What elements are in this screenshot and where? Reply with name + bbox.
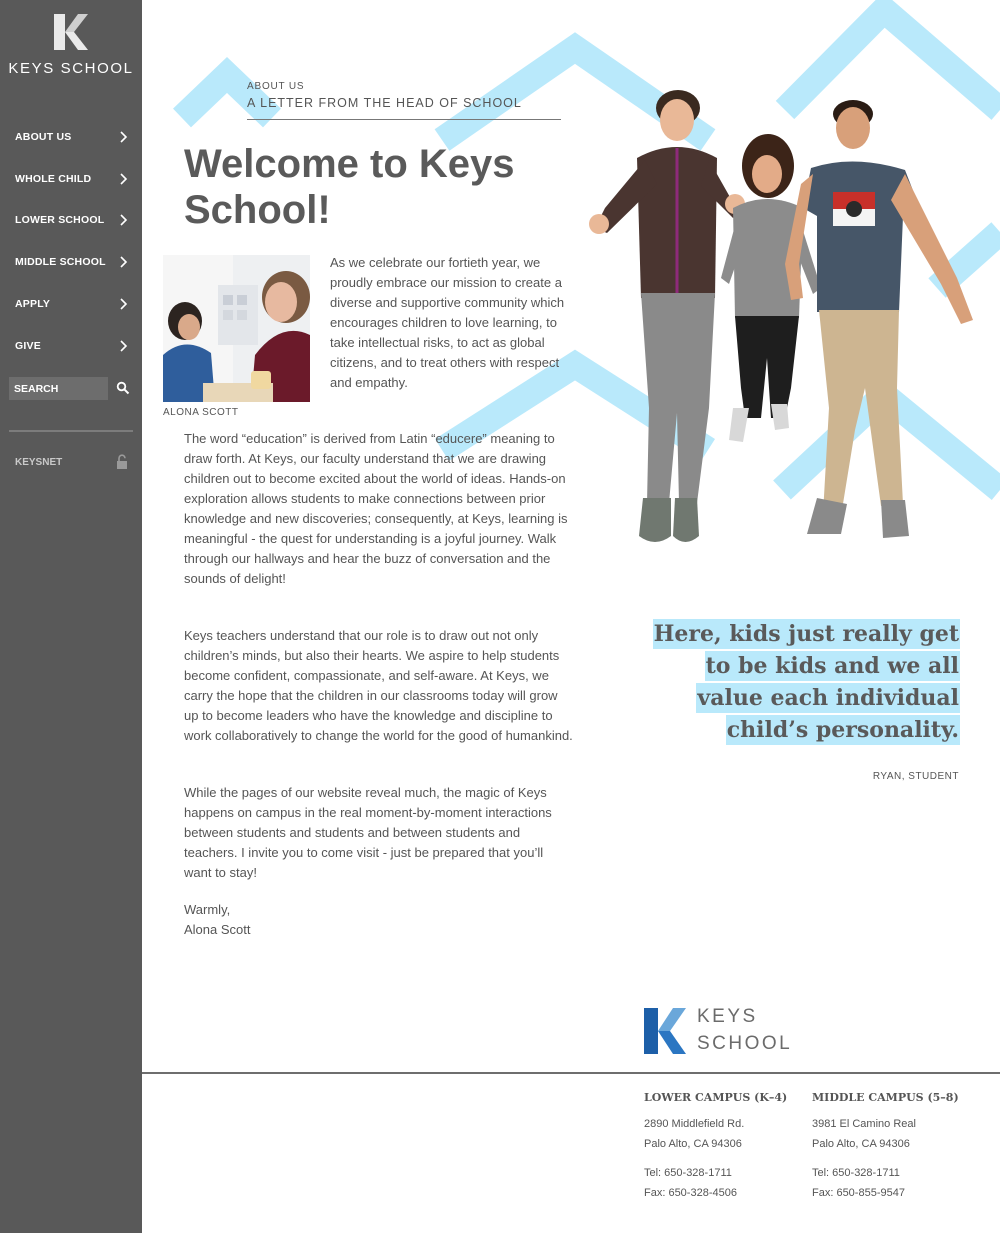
- students-jumping-photo: [589, 90, 973, 542]
- keys-logo-icon: [54, 14, 88, 50]
- letter-signoff: Warmly, Alona Scott: [184, 900, 384, 940]
- search-input[interactable]: [9, 377, 108, 400]
- student-left: [589, 90, 745, 542]
- nav-item-label: WHOLE CHILD: [15, 173, 92, 185]
- chevron-right-icon: [120, 340, 128, 352]
- nav-item-about-us[interactable]: ABOUT US: [0, 122, 142, 152]
- eyebrow-label: ABOUT US: [247, 81, 305, 92]
- nav-item-label: APPLY: [15, 298, 51, 310]
- campus-address-line: Palo Alto, CA 94306: [812, 1138, 910, 1150]
- section-heading: A LETTER FROM THE HEAD OF SCHOOL: [247, 96, 522, 110]
- head-of-school-photo: [163, 255, 310, 402]
- footer-logo[interactable]: KEYS SCHOOL: [644, 1006, 794, 1056]
- search-icon[interactable]: [116, 381, 130, 395]
- campus-middle: MIDDLE CAMPUS (5–8) 3981 El Camino Real …: [812, 1091, 982, 1203]
- letter-paragraph: Keys teachers understand that our role i…: [184, 628, 573, 743]
- signature-text: Alona Scott: [184, 922, 251, 937]
- quote-attribution: RYAN, STUDENT: [872, 771, 959, 782]
- nav-item-whole-child[interactable]: WHOLE CHILD: [0, 164, 142, 194]
- footer-logo-line1: KEYS: [697, 1006, 758, 1027]
- sidebar: KEYS SCHOOL ABOUT US WHOLE CHILD LOWER S…: [0, 0, 142, 1233]
- sidebar-divider: [9, 430, 133, 432]
- student-quote: Here, kids just really get to be kids an…: [640, 618, 960, 746]
- nav-item-label: MIDDLE SCHOOL: [15, 256, 106, 268]
- campus-address-line: Palo Alto, CA 94306: [644, 1138, 742, 1150]
- page-title: Welcome to Keys School!: [184, 142, 515, 232]
- footer-divider: [142, 1072, 1000, 1074]
- campus-address-line: 2890 Middlefield Rd.: [644, 1118, 745, 1130]
- campus-address-line: 3981 El Camino Real: [812, 1118, 916, 1130]
- nav-item-label: ABOUT US: [15, 131, 72, 143]
- chevron-right-icon: [120, 214, 128, 226]
- nav-item-lower-school[interactable]: LOWER SCHOOL: [0, 205, 142, 235]
- nav-item-give[interactable]: GIVE: [0, 331, 142, 361]
- campus-tel: Tel: 650-328-1711: [644, 1167, 732, 1179]
- footer-logo-line2: SCHOOL: [697, 1033, 793, 1054]
- letter-paragraph: While the pages of our website reveal mu…: [184, 785, 552, 880]
- photo-caption: ALONA SCOTT: [163, 407, 239, 418]
- campus-fax: Fax: 650-328-4506: [644, 1187, 737, 1199]
- chevron-right-icon: [120, 298, 128, 310]
- nav-item-label: GIVE: [15, 340, 41, 352]
- nav-item-middle-school[interactable]: MIDDLE SCHOOL: [0, 247, 142, 277]
- chevron-right-icon: [120, 131, 128, 143]
- site-logo[interactable]: KEYS SCHOOL: [0, 14, 142, 77]
- keysnet-link[interactable]: KEYSNET: [15, 457, 62, 468]
- campus-name: LOWER CAMPUS (K–4): [644, 1091, 788, 1104]
- nav-item-label: LOWER SCHOOL: [15, 214, 105, 226]
- student-right: [785, 100, 973, 538]
- quote-text: Here, kids just really get to be kids an…: [652, 619, 960, 745]
- campus-tel: Tel: 650-328-1711: [812, 1167, 900, 1179]
- letter-paragraph: The word “education” is derived from Lat…: [184, 431, 568, 586]
- letter-intro: As we celebrate our fortieth year, we pr…: [330, 255, 565, 390]
- lock-icon[interactable]: [116, 454, 128, 469]
- keys-logo-icon: [644, 1008, 686, 1054]
- chevron-right-icon: [120, 256, 128, 268]
- campus-lower: LOWER CAMPUS (K–4) 2890 Middlefield Rd. …: [644, 1091, 814, 1203]
- heading-divider: [247, 119, 561, 120]
- campus-fax: Fax: 650-855-9547: [812, 1187, 905, 1199]
- campus-name: MIDDLE CAMPUS (5–8): [812, 1091, 959, 1104]
- nav-item-apply[interactable]: APPLY: [0, 289, 142, 319]
- chevron-right-icon: [120, 173, 128, 185]
- logo-text: KEYS SCHOOL: [8, 60, 134, 77]
- closing-text: Warmly,: [184, 902, 231, 917]
